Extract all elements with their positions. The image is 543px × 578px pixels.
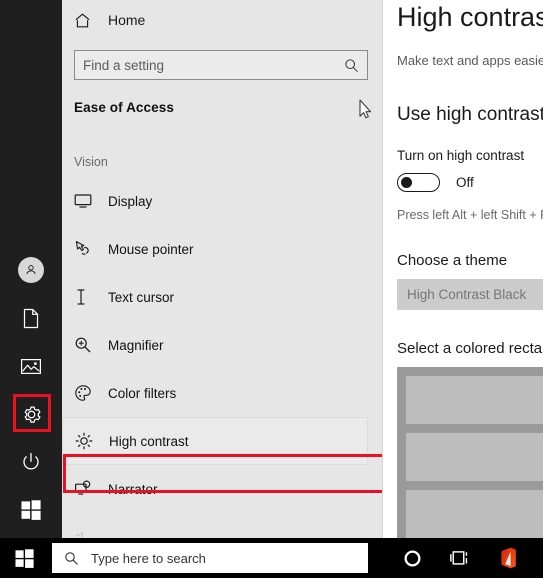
palette-icon [74,384,102,402]
choose-theme-label: Choose a theme [397,252,508,269]
section-heading-use-high-contrast: Use high contrast [397,104,543,125]
search-icon [344,58,367,73]
brightness-icon [75,432,103,450]
sidebar-item-display[interactable]: Display [62,177,382,225]
page-subtitle: Make text and apps easier to see [397,53,543,68]
preview-rectangle[interactable] [406,433,543,481]
taskbar-search-input[interactable] [89,549,368,567]
high-contrast-toggle[interactable] [397,173,440,192]
office-button[interactable] [484,538,532,578]
theme-dropdown[interactable]: High Contrast Black [397,279,543,310]
nav-group-label-vision: Vision [74,155,108,169]
rail-item-pictures[interactable] [0,342,62,390]
home-icon [74,12,100,29]
rail-item-power[interactable] [0,438,62,486]
magnifier-icon [74,336,102,354]
toggle-knob [401,176,412,188]
pictures-icon [21,358,41,374]
document-icon [23,308,39,328]
task-view-button[interactable] [436,538,484,578]
windows-logo-icon [21,500,41,520]
search-input[interactable] [75,52,344,78]
sidebar-item-label: Color filters [108,385,177,401]
settings-icon-rail [0,0,62,538]
cortana-button[interactable] [388,538,436,578]
nav-scrollbar[interactable] [378,0,382,538]
start-button[interactable] [0,538,48,578]
theme-dropdown-value: High Contrast Black [407,287,527,302]
monitor-icon [74,193,102,209]
mouse-pointer-icon [74,240,102,258]
sidebar-item-label: Narrator [108,481,158,497]
shortcut-hint: Press left Alt + left Shift + Print scre… [397,208,543,222]
narrator-icon [74,480,102,498]
nav-home-label: Home [108,12,146,28]
search-icon [52,551,89,566]
rail-item-settings[interactable] [0,390,62,438]
preview-rectangle[interactable] [406,490,543,538]
sidebar-item-label: High contrast [109,433,189,449]
rail-item-start[interactable] [0,486,62,534]
rail-item-documents[interactable] [0,294,62,342]
nav-home-button[interactable]: Home [62,0,382,40]
screen: Home Ease of Access Vision [0,0,543,578]
taskbar-search-box[interactable] [52,543,368,573]
cortana-icon [404,550,420,566]
sidebar-item-label: Display [108,193,153,209]
sidebar-item-partial[interactable] [62,513,382,538]
preview-label: Select a colored rectangle [397,340,543,357]
taskbar [0,538,543,578]
task-view-icon [449,551,467,565]
sidebar-item-text-cursor[interactable]: Text cursor [62,273,382,321]
office-icon [501,547,516,569]
power-icon [23,452,39,470]
settings-highlight-box [13,394,51,432]
preview-rectangle[interactable] [406,376,543,424]
settings-search-box[interactable] [74,50,368,80]
windows-logo-icon [14,548,34,568]
sidebar-item-mouse-pointer[interactable]: Mouse pointer [62,225,382,273]
sidebar-item-color-filters[interactable]: Color filters [62,369,382,417]
sidebar-item-narrator[interactable]: Narrator [62,465,382,513]
toggle-state-label: Off [456,175,474,190]
sidebar-item-label: Text cursor [108,289,175,305]
sidebar-item-high-contrast[interactable]: High contrast [62,417,368,465]
sidebar-item-magnifier[interactable]: Magnifier [62,321,382,369]
rail-item-account[interactable] [0,246,62,294]
high-contrast-toggle-row: Off [397,173,543,192]
nav-item-list: Display Mouse pointer Text cursor Magnif… [62,177,382,538]
page-title: High contrast [397,2,543,32]
taskbar-icon-group [388,538,532,578]
nav-section-title: Ease of Access [74,100,174,115]
settings-nav-pane: Home Ease of Access Vision [62,0,383,538]
account-avatar-icon [26,265,36,275]
theme-preview-box [397,367,543,538]
avatar [18,257,44,283]
settings-content-pane: High contrast Make text and apps easier … [383,0,543,538]
text-cursor-icon [74,288,102,306]
toggle-label: Turn on high contrast [397,148,525,163]
sidebar-item-label: Mouse pointer [108,241,194,257]
sidebar-item-label: Magnifier [108,337,164,353]
settings-window: Home Ease of Access Vision [0,0,543,538]
